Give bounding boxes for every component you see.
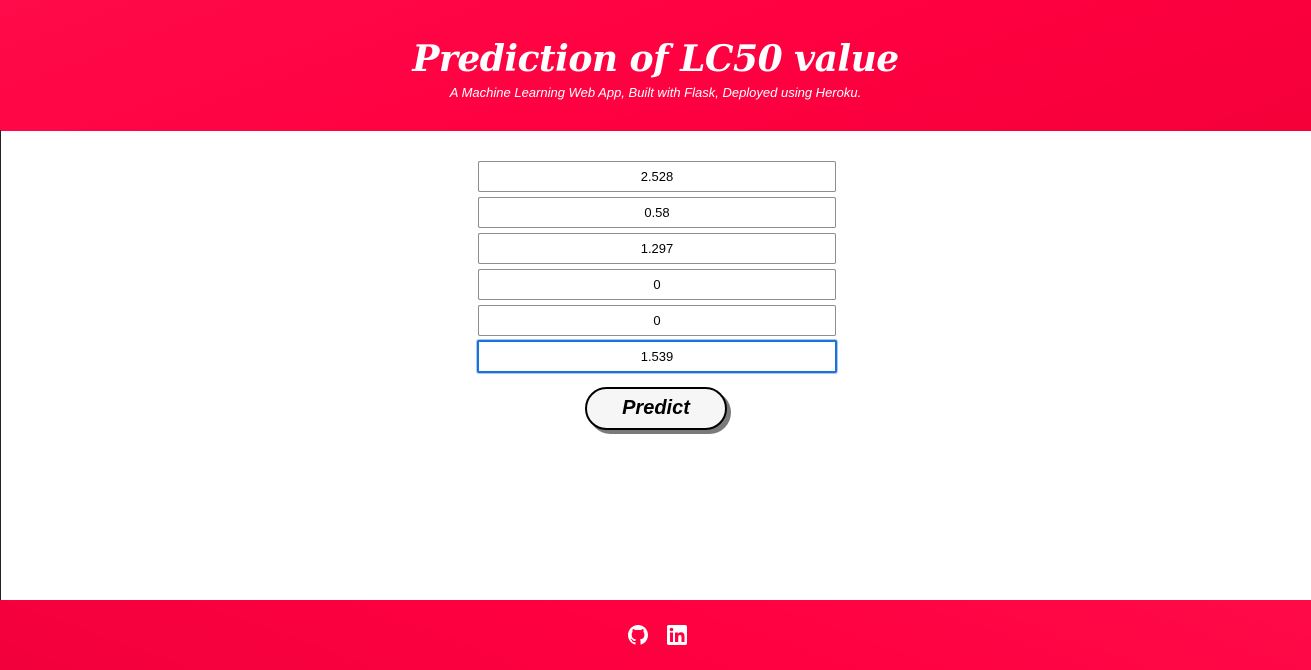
linkedin-icon bbox=[667, 625, 687, 645]
window-edge bbox=[0, 130, 1, 600]
page: Prediction of LC50 value A Machine Learn… bbox=[0, 0, 1311, 670]
prediction-form bbox=[477, 161, 837, 378]
page-title: Prediction of LC50 value bbox=[412, 38, 899, 80]
input-field-5[interactable] bbox=[478, 305, 836, 336]
github-link[interactable] bbox=[628, 625, 648, 645]
input-field-3[interactable] bbox=[478, 233, 836, 264]
input-field-2[interactable] bbox=[478, 197, 836, 228]
input-field-4[interactable] bbox=[478, 269, 836, 300]
footer bbox=[0, 600, 1311, 670]
header-banner: Prediction of LC50 value A Machine Learn… bbox=[0, 0, 1311, 131]
input-field-6[interactable] bbox=[477, 340, 837, 373]
linkedin-link[interactable] bbox=[667, 625, 687, 645]
page-subtitle: A Machine Learning Web App, Built with F… bbox=[449, 85, 862, 100]
input-field-1[interactable] bbox=[478, 161, 836, 192]
predict-button[interactable]: Predict bbox=[585, 387, 727, 430]
github-icon bbox=[628, 625, 648, 645]
